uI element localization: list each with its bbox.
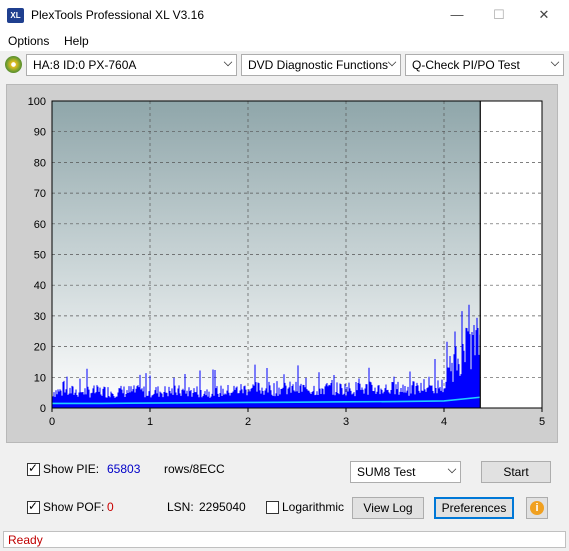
title-bar: XL PlexTools Professional XL V3.16 — ☐ ✕ (0, 0, 569, 31)
show-pof-checkbox[interactable] (27, 499, 40, 514)
x-tick-label: 5 (539, 416, 545, 428)
y-tick-label: 50 (34, 250, 46, 262)
start-button[interactable]: Start (481, 461, 551, 483)
show-pie-checkbox[interactable] (27, 461, 40, 476)
sum8-test-select[interactable]: SUM8 Test (350, 461, 461, 483)
status-bar: Ready (3, 531, 566, 548)
controls-panel: Show PIE: 65803 rows/8ECC SUM8 Test Star… (6, 447, 558, 527)
x-tick-label: 3 (343, 416, 349, 428)
disc-drive-icon (5, 56, 22, 73)
test-select[interactable]: Q-Check PI/PO Test (405, 54, 564, 76)
y-tick-label: 90 (34, 127, 46, 139)
drive-select-value: HA:8 ID:0 PX-760A (33, 58, 137, 72)
info-icon: i (530, 501, 544, 515)
y-tick-label: 70 (34, 188, 46, 200)
chevron-down-icon (447, 464, 457, 474)
toolbar: HA:8 ID:0 PX-760A DVD Diagnostic Functio… (0, 51, 569, 79)
view-log-button[interactable]: View Log (352, 497, 424, 519)
drive-select[interactable]: HA:8 ID:0 PX-760A (26, 54, 237, 76)
chevron-down-icon (387, 57, 397, 67)
chevron-down-icon (550, 57, 560, 67)
menu-bar: Options Help (0, 31, 569, 51)
pie-value: 65803 (107, 462, 141, 476)
x-tick-label: 0 (49, 416, 55, 428)
x-tick-label: 4 (441, 416, 447, 428)
y-tick-label: 0 (40, 403, 46, 415)
x-tick-label: 2 (245, 416, 251, 428)
menu-help[interactable]: Help (64, 34, 89, 48)
pof-value: 0 (107, 500, 114, 514)
minimize-button[interactable]: — (447, 6, 467, 24)
y-tick-label: 30 (34, 311, 46, 323)
show-pof-label: Show POF: (43, 500, 105, 514)
menu-options[interactable]: Options (8, 34, 49, 48)
status-text: Ready (8, 533, 43, 547)
y-tick-label: 20 (34, 342, 46, 354)
pi-po-chart: 0 10 20 30 40 50 60 70 80 90 100 0 1 2 3 4 5 (28, 96, 545, 428)
sum8-test-select-value: SUM8 Test (357, 465, 416, 479)
y-tick-label: 60 (34, 219, 46, 231)
chart-panel: 0 10 20 30 40 50 60 70 80 90 100 0 1 2 3 4 5 (6, 84, 558, 443)
unit-label: rows/8ECC (164, 462, 225, 476)
y-tick-label: 10 (34, 372, 46, 384)
test-select-value: Q-Check PI/PO Test (412, 58, 520, 72)
info-button[interactable]: i (526, 497, 548, 519)
lsn-value: 2295040 (199, 500, 246, 514)
chevron-down-icon (223, 57, 233, 67)
lsn-label: LSN: (167, 500, 194, 514)
show-pie-label: Show PIE: (43, 462, 100, 476)
logarithmic-checkbox[interactable] (266, 501, 279, 514)
app-logo-icon: XL (7, 8, 24, 23)
logarithmic-label: Logarithmic (282, 500, 345, 514)
window-title: PlexTools Professional XL V3.16 (31, 8, 204, 22)
y-tick-label: 80 (34, 157, 46, 169)
function-select[interactable]: DVD Diagnostic Functions (241, 54, 401, 76)
preferences-button[interactable]: Preferences (434, 497, 514, 519)
y-tick-label: 40 (34, 280, 46, 292)
close-button[interactable]: ✕ (534, 6, 554, 24)
maximize-button[interactable]: ☐ (489, 6, 509, 24)
x-tick-label: 1 (147, 416, 153, 428)
plot-background (52, 101, 481, 408)
y-tick-label: 100 (28, 96, 46, 108)
function-select-value: DVD Diagnostic Functions (248, 58, 389, 72)
